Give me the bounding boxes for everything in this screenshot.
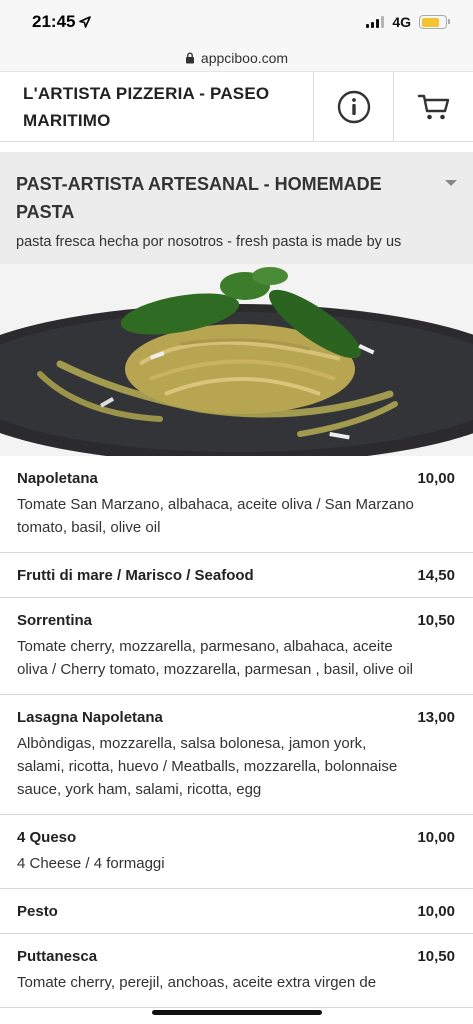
menu-item[interactable]: Pesto 10,00 [0,889,473,934]
address-bar[interactable]: appciboo.com [0,44,473,72]
info-icon [337,90,370,123]
pasta-dish-image [0,264,473,456]
item-price: 13,00 [417,709,455,726]
item-description: 4 Cheese / 4 formaggi [17,855,165,872]
status-time: 21:45 [32,12,92,32]
item-price: 10,50 [417,612,455,629]
item-description: Tomate San Marzano, albahaca, aceite oli… [17,496,414,536]
item-name: Pesto [17,903,58,920]
network-label: 4G [392,14,411,30]
item-description: Tomate cherry, mozzarella, parmesano, al… [17,638,413,678]
restaurant-title: L'ARTISTA PIZZERIA - PASEO MARITIMO [23,84,270,130]
cart-button[interactable] [393,72,473,141]
menu-item[interactable]: Sorrentina 10,50 Tomate cherry, mozzarel… [0,598,473,695]
item-name: 4 Queso [17,829,77,846]
url-text: appciboo.com [200,49,289,66]
info-button[interactable] [313,72,393,141]
item-name: Napoletana [17,470,98,487]
lock-icon [185,52,194,63]
battery-icon [419,15,450,29]
menu-item[interactable]: Frutti di mare / Marisco / Seafood 14,50 [0,553,473,598]
menu-item[interactable]: 4 Queso 10,00 4 Cheese / 4 formaggi [0,815,473,889]
cart-icon [417,94,449,119]
home-indicator[interactable] [152,1010,322,1015]
restaurant-header: L'ARTISTA PIZZERIA - PASEO MARITIMO [0,72,473,142]
menu-list: Napoletana 10,00 Tomate San Marzano, alb… [0,456,473,1008]
item-price: 10,00 [417,470,455,487]
time-text: 21:45 [32,12,76,31]
item-price: 14,50 [417,567,455,584]
item-name: Frutti di mare / Marisco / Seafood [17,567,254,584]
location-arrow-icon [79,16,92,28]
menu-item[interactable]: Puttanesca 10,50 Tomate cherry, perejil,… [0,934,473,1008]
category-header[interactable]: PAST-ARTISTA ARTESANAL - HOMEMADE PASTA … [0,152,473,264]
item-name: Lasagna Napoletana [17,709,163,726]
chevron-down-icon[interactable] [445,180,457,186]
item-description: Tomate cherry, perejil, anchoas, aceite … [17,974,377,991]
status-bar: 21:45 4G [0,0,473,44]
menu-item[interactable]: Napoletana 10,00 Tomate San Marzano, alb… [0,456,473,553]
item-price: 10,00 [417,829,455,846]
category-subtitle: pasta fresca hecha por nosotros - fresh … [16,234,402,250]
category-title: PAST-ARTISTA ARTESANAL - HOMEMADE PASTA [16,174,382,222]
item-name: Sorrentina [17,612,93,629]
item-name: Puttanesca [17,948,98,965]
menu-item[interactable]: Lasagna Napoletana 13,00 Albòndigas, moz… [0,695,473,815]
signal-icon [366,16,385,28]
item-price: 10,50 [417,948,455,965]
item-price: 10,00 [417,903,455,920]
item-description: Albòndigas, mozzarella, salsa bolonesa, … [17,735,398,798]
